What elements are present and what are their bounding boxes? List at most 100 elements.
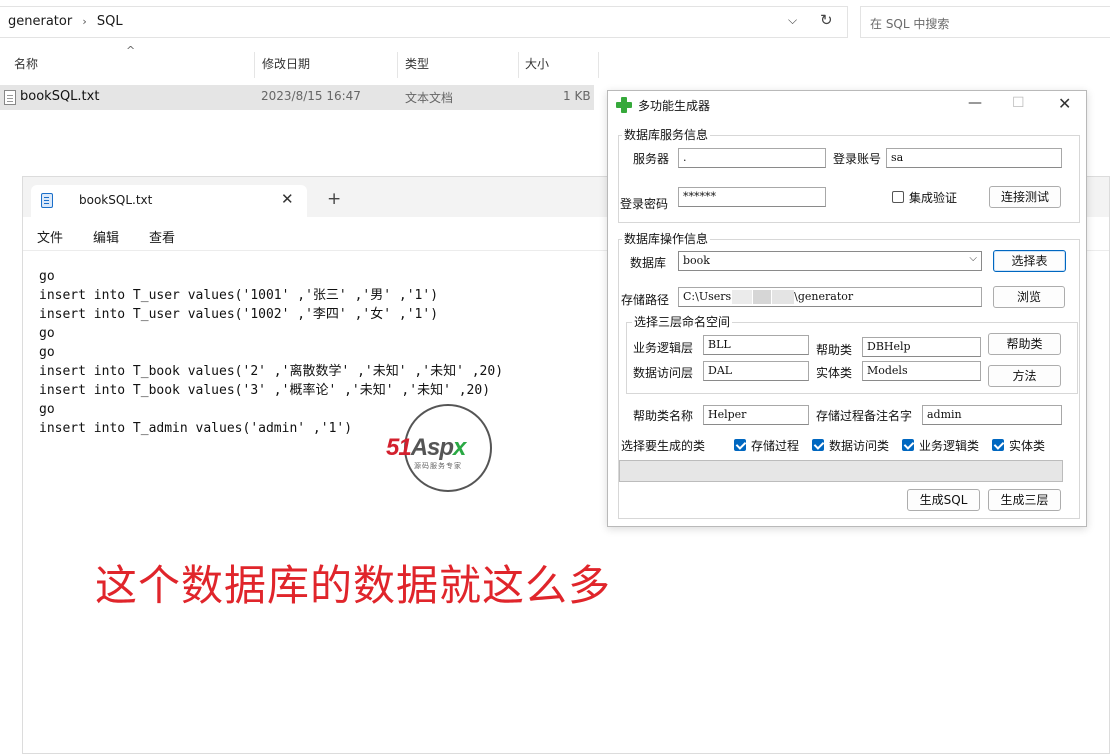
bll-input[interactable]: BLL xyxy=(703,335,809,355)
notepad-doc-icon xyxy=(41,193,53,208)
column-header-type[interactable]: 类型 xyxy=(405,52,429,78)
menu-edit[interactable]: 编辑 xyxy=(93,227,119,246)
select-table-button[interactable]: 选择表 xyxy=(993,250,1066,272)
search-placeholder: 在 SQL 中搜索 xyxy=(870,17,950,31)
file-type: 文本文档 xyxy=(405,91,454,105)
file-modified: 2023/8/15 16:47 xyxy=(261,89,361,103)
entity-class-label: 实体类 xyxy=(1009,439,1046,453)
integrated-auth-checkbox[interactable] xyxy=(892,191,904,203)
entity-label: 实体类 xyxy=(816,366,853,380)
account-label: 登录账号 xyxy=(833,152,882,166)
namespace-group-title: 选择三层命名空间 xyxy=(632,313,733,330)
search-input[interactable]: 在 SQL 中搜索 xyxy=(860,6,1110,38)
breadcrumb-generator[interactable]: generator xyxy=(8,14,72,29)
redacted-block xyxy=(772,290,795,304)
generator-dialog: 多功能生成器 — ☐ ✕ 数据库服务信息 服务器 . 登录账号 sa 登录密码 … xyxy=(607,90,1087,527)
file-size: 1 KB xyxy=(563,89,591,103)
helper-class-name-label: 帮助类名称 xyxy=(633,409,694,423)
new-tab-plus-icon[interactable]: + xyxy=(327,191,341,208)
generate-sql-button[interactable]: 生成SQL xyxy=(907,489,980,511)
code-line: insert into T_user values('1002' ,'李四' ,… xyxy=(39,307,439,322)
method-button[interactable]: 方法 xyxy=(988,365,1061,387)
stored-proc-label: 存储过程 xyxy=(751,439,800,453)
chevron-right-icon: › xyxy=(82,15,87,28)
path-suffix: \generator xyxy=(794,290,854,303)
red-annotation-text: 这个数据库的数据就这么多 xyxy=(95,561,612,610)
password-input[interactable]: ****** xyxy=(678,187,826,207)
dal-input[interactable]: DAL xyxy=(703,361,809,381)
data-access-checkbox[interactable] xyxy=(812,439,824,451)
bll-label: 业务逻辑层 xyxy=(633,341,694,355)
file-row[interactable]: bookSQL.txt 2023/8/15 16:47 文本文档 1 KB xyxy=(0,85,594,110)
dialog-title-bar[interactable]: 多功能生成器 — ☐ ✕ xyxy=(608,91,1086,119)
sort-up-icon: ^ xyxy=(126,44,136,57)
column-header-name[interactable]: 名称 xyxy=(14,52,38,78)
column-header-size[interactable]: 大小 xyxy=(525,52,549,78)
menu-file[interactable]: 文件 xyxy=(37,227,63,246)
code-line: go xyxy=(39,326,55,341)
entity-class-checkbox[interactable] xyxy=(992,439,1004,451)
column-divider[interactable] xyxy=(598,52,599,78)
business-logic-label: 业务逻辑类 xyxy=(919,439,980,453)
stored-proc-checkbox[interactable] xyxy=(734,439,746,451)
column-divider[interactable] xyxy=(518,52,519,78)
helper-input[interactable]: DBHelp xyxy=(862,337,981,357)
browse-button[interactable]: 浏览 xyxy=(993,286,1065,308)
dal-label: 数据访问层 xyxy=(633,366,694,380)
column-divider[interactable] xyxy=(254,52,255,78)
watermark-logo: 51Aspx 源码服务专家 xyxy=(386,404,516,494)
integrated-auth-label: 集成验证 xyxy=(909,191,958,205)
server-input[interactable]: . xyxy=(678,148,826,168)
minimize-icon[interactable]: — xyxy=(968,95,982,111)
database-label: 数据库 xyxy=(630,256,667,270)
generate-three-tier-button[interactable]: 生成三层 xyxy=(988,489,1061,511)
progress-bar xyxy=(619,460,1063,482)
account-input[interactable]: sa xyxy=(886,148,1062,168)
generate-classes-label: 选择要生成的类 xyxy=(621,439,706,453)
connection-test-button[interactable]: 连接测试 xyxy=(989,186,1061,208)
database-value: book xyxy=(683,254,710,267)
dialog-title: 多功能生成器 xyxy=(638,99,711,113)
column-header-modified[interactable]: 修改日期 xyxy=(262,52,310,78)
redacted-block xyxy=(753,290,772,304)
business-logic-checkbox[interactable] xyxy=(902,439,914,451)
helper-class-name-input[interactable]: Helper xyxy=(703,405,809,425)
database-select[interactable]: book ⌵ xyxy=(678,251,982,271)
watermark-logo-text: 51Aspx xyxy=(386,434,466,461)
close-icon[interactable]: ✕ xyxy=(281,190,294,208)
chevron-down-icon[interactable]: ⌵ xyxy=(788,13,797,28)
file-name: bookSQL.txt xyxy=(20,89,100,104)
data-access-label: 数据访问类 xyxy=(829,439,890,453)
code-line: insert into T_book values('3' ,'概率论' ,'未… xyxy=(39,383,491,398)
watermark-subtitle: 源码服务专家 xyxy=(414,462,462,470)
breadcrumb-sql[interactable]: SQL xyxy=(97,14,123,29)
breadcrumb: generator › SQL xyxy=(8,14,129,29)
code-line: go xyxy=(39,345,55,360)
code-line: insert into T_user values('1001' ,'张三' ,… xyxy=(39,288,439,303)
chevron-down-icon: ⌵ xyxy=(969,253,977,264)
menu-view[interactable]: 查看 xyxy=(149,227,175,246)
server-label: 服务器 xyxy=(633,152,670,166)
tab-booksql[interactable]: bookSQL.txt ✕ xyxy=(31,185,307,217)
db-ops-group-title: 数据库操作信息 xyxy=(622,230,711,247)
address-bar[interactable]: generator › SQL ⌵ ↻ xyxy=(0,6,848,38)
close-icon[interactable]: ✕ xyxy=(1058,94,1071,113)
helper-class-button[interactable]: 帮助类 xyxy=(988,333,1061,355)
plus-icon xyxy=(616,97,632,113)
tab-title: bookSQL.txt xyxy=(79,193,153,207)
text-file-icon xyxy=(4,90,16,105)
server-info-group-title: 数据库服务信息 xyxy=(622,126,711,143)
password-label: 登录密码 xyxy=(620,197,669,211)
maximize-icon[interactable]: ☐ xyxy=(1012,95,1025,111)
code-line: go xyxy=(39,269,55,284)
proc-note-input[interactable]: admin xyxy=(922,405,1062,425)
storage-path-label: 存储路径 xyxy=(621,293,670,307)
path-prefix: C:\Users xyxy=(683,290,732,303)
refresh-icon[interactable]: ↻ xyxy=(820,11,833,29)
code-line: insert into T_book values('2' ,'离散数学' ,'… xyxy=(39,364,504,379)
column-divider[interactable] xyxy=(397,52,398,78)
proc-note-label: 存储过程备注名字 xyxy=(816,409,913,423)
helper-label: 帮助类 xyxy=(816,343,853,357)
entity-input[interactable]: Models xyxy=(862,361,981,381)
storage-path-input[interactable]: C:\Users \generator xyxy=(678,287,982,307)
